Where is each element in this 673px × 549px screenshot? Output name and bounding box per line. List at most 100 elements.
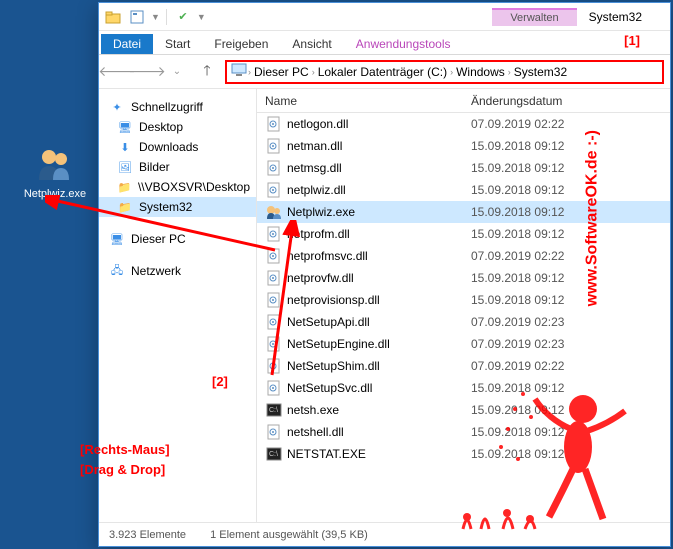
tab-start[interactable]: Start (153, 34, 202, 54)
nav-this-pc[interactable]: 🖥Dieser PC (99, 229, 256, 249)
file-name: NETSTAT.EXE (287, 447, 467, 461)
file-icon (265, 116, 283, 132)
file-name: netmsg.dll (287, 161, 467, 175)
nav-downloads[interactable]: ⬇Downloads (99, 137, 256, 157)
nav-desktop[interactable]: 🖥Desktop (99, 117, 256, 137)
column-name[interactable]: Name (257, 94, 467, 108)
crumb-drive[interactable]: Lokaler Datenträger (C:) (316, 65, 449, 79)
chevron-right-icon[interactable]: › (450, 67, 453, 77)
file-date: 07.09.2019 02:23 (467, 315, 670, 329)
file-date: 15.09.2018 09:12 (467, 271, 670, 285)
file-date: 15.09.2018 09:12 (467, 183, 670, 197)
recent-dropdown-icon[interactable]: ⌄ (165, 60, 189, 84)
file-row[interactable]: netprofm.dll15.09.2018 09:12 (257, 223, 670, 245)
chevron-right-icon[interactable]: › (248, 67, 251, 77)
file-row[interactable]: netprovisionsp.dll15.09.2018 09:12 (257, 289, 670, 311)
file-icon (265, 314, 283, 330)
file-row[interactable]: Netplwiz.exe15.09.2018 09:12 (257, 201, 670, 223)
file-date: 07.09.2019 02:23 (467, 337, 670, 351)
up-button[interactable]: 🡑 (195, 60, 219, 84)
pc-icon: 🖥 (109, 231, 125, 247)
file-icon (265, 226, 283, 242)
window-title: System32 (577, 10, 666, 24)
file-row[interactable]: netplwiz.dll15.09.2018 09:12 (257, 179, 670, 201)
file-row[interactable]: NetSetupEngine.dll07.09.2019 02:23 (257, 333, 670, 355)
chevron-right-icon[interactable]: › (508, 67, 511, 77)
file-icon (265, 424, 283, 440)
file-date: 07.09.2019 02:22 (467, 359, 670, 373)
properties-icon[interactable] (127, 7, 147, 27)
star-icon: ✦ (109, 99, 125, 115)
qat-dropdown2-icon[interactable]: ▼ (197, 12, 206, 22)
file-name: netman.dll (287, 139, 467, 153)
file-row[interactable]: netshell.dll15.09.2018 09:12 (257, 421, 670, 443)
qat-dropdown-icon[interactable]: ▼ (151, 12, 160, 22)
file-name: netprovisionsp.dll (287, 293, 467, 307)
nav-system32[interactable]: 📁System32 (99, 197, 256, 217)
desktop-shortcut[interactable]: Netplwiz.exe (20, 144, 90, 200)
nav-quick-access[interactable]: ✦Schnellzugriff (99, 97, 256, 117)
file-list[interactable]: netlogon.dll07.09.2019 02:22netman.dll15… (257, 113, 670, 522)
chevron-right-icon[interactable]: › (312, 67, 315, 77)
tab-share[interactable]: Freigeben (202, 34, 280, 54)
file-row[interactable]: netlogon.dll07.09.2019 02:22 (257, 113, 670, 135)
users-icon (35, 144, 75, 184)
file-row[interactable]: netprovfw.dll15.09.2018 09:12 (257, 267, 670, 289)
file-icon (265, 336, 283, 352)
svg-text:C:\: C:\ (269, 407, 278, 414)
tab-view[interactable]: Ansicht (280, 34, 343, 54)
crumb-windows[interactable]: Windows (454, 65, 507, 79)
file-row[interactable]: netman.dll15.09.2018 09:12 (257, 135, 670, 157)
pc-icon (231, 63, 247, 80)
tab-file[interactable]: Datei (101, 34, 153, 54)
column-date[interactable]: Änderungsdatum (467, 94, 670, 108)
file-icon: C:\ (265, 446, 283, 462)
file-name: netshell.dll (287, 425, 467, 439)
back-button[interactable]: 🡐 (105, 60, 129, 84)
file-date: 07.09.2019 02:22 (467, 117, 670, 131)
titlebar: ▼ ✔ ▼ Verwalten System32 (99, 3, 670, 31)
file-icon (265, 380, 283, 396)
file-date: 15.09.2018 09:12 (467, 425, 670, 439)
crumb-pc[interactable]: Dieser PC (252, 65, 311, 79)
status-bar: 3.923 Elemente 1 Element ausgewählt (39,… (99, 522, 670, 546)
file-name: netlogon.dll (287, 117, 467, 131)
tab-app-tools[interactable]: Anwendungstools (344, 34, 463, 54)
file-name: netprofm.dll (287, 227, 467, 241)
checkmark-icon[interactable]: ✔ (173, 7, 193, 27)
file-name: NetSetupSvc.dll (287, 381, 467, 395)
file-row[interactable]: NetSetupSvc.dll15.09.2018 09:12 (257, 377, 670, 399)
file-name: NetSetupShim.dll (287, 359, 467, 373)
file-icon (265, 138, 283, 154)
folder-icon: 📁 (117, 179, 132, 195)
folder-icon[interactable] (103, 7, 123, 27)
ribbon-tabs: Datei Start Freigeben Ansicht Anwendungs… (99, 31, 670, 55)
crumb-system32[interactable]: System32 (512, 65, 569, 79)
file-name: netprofmsvc.dll (287, 249, 467, 263)
svg-text:C:\: C:\ (269, 451, 278, 458)
file-row[interactable]: NetSetupShim.dll07.09.2019 02:22 (257, 355, 670, 377)
annotation-2: [2] (212, 374, 228, 389)
address-bar[interactable]: › Dieser PC › Lokaler Datenträger (C:) ›… (225, 60, 664, 84)
file-icon (265, 358, 283, 374)
file-row[interactable]: C:\NETSTAT.EXE15.09.2018 09:12 (257, 443, 670, 465)
file-list-area: Name Änderungsdatum netlogon.dll07.09.20… (257, 89, 670, 522)
nav-vboxsvr[interactable]: 📁\\VBOXSVR\Desktop (99, 177, 256, 197)
file-name: netplwiz.dll (287, 183, 467, 197)
file-name: Netplwiz.exe (287, 205, 467, 219)
file-icon (265, 182, 283, 198)
forward-button[interactable]: 🡒 (135, 60, 159, 84)
file-row[interactable]: netprofmsvc.dll07.09.2019 02:22 (257, 245, 670, 267)
file-row[interactable]: netmsg.dll15.09.2018 09:12 (257, 157, 670, 179)
file-icon (265, 160, 283, 176)
desktop-icon: 🖥 (117, 119, 133, 135)
file-date: 15.09.2018 09:12 (467, 381, 670, 395)
nav-network[interactable]: 🖧Netzwerk (99, 261, 256, 281)
file-date: 15.09.2018 09:12 (467, 227, 670, 241)
network-icon: 🖧 (109, 263, 125, 279)
file-row[interactable]: NetSetupApi.dll07.09.2019 02:23 (257, 311, 670, 333)
file-date: 15.09.2018 09:12 (467, 205, 670, 219)
file-date: 15.09.2018 09:12 (467, 161, 670, 175)
nav-pictures[interactable]: 🖼Bilder (99, 157, 256, 177)
file-row[interactable]: C:\netsh.exe15.09.2018 09:12 (257, 399, 670, 421)
